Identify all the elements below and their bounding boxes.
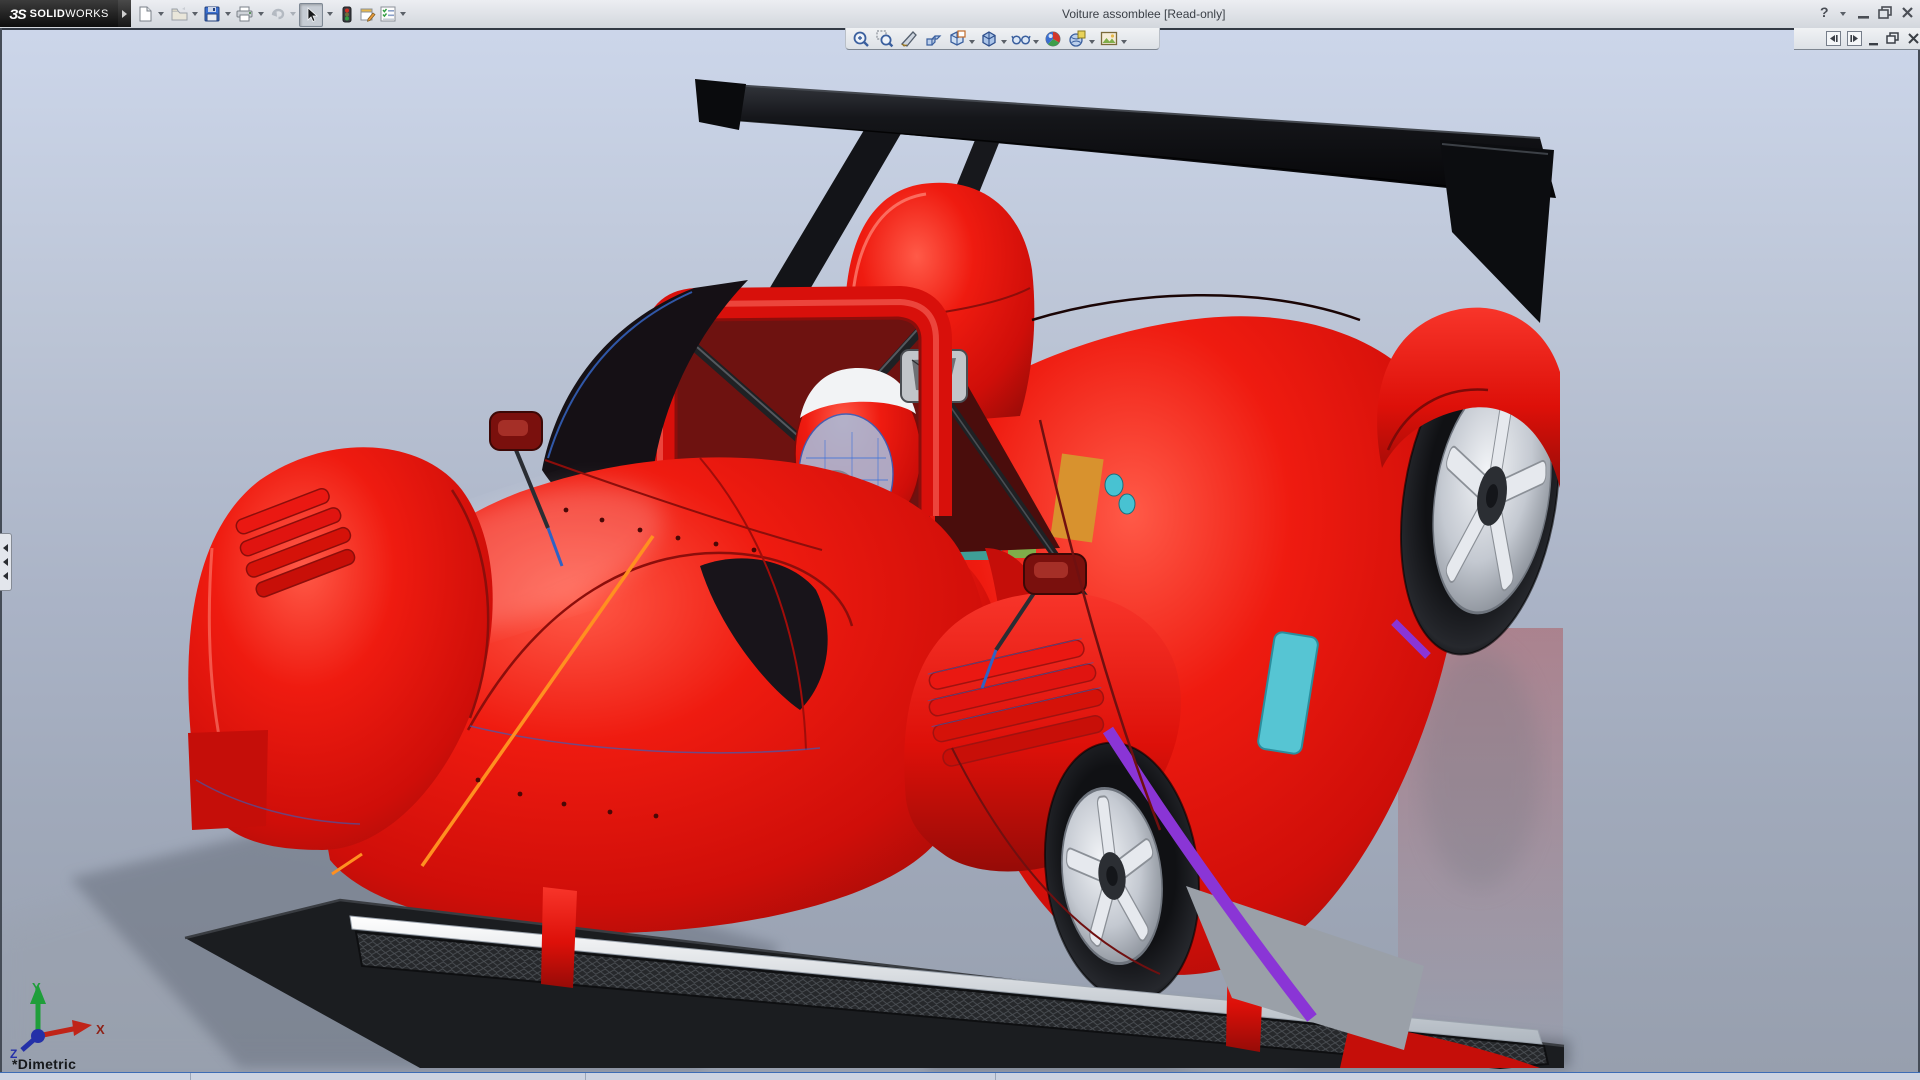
3d-viewport[interactable]: Y X Z	[0, 28, 1920, 1074]
appearance-sphere-icon	[1045, 31, 1061, 46]
apply-scene-icon	[1069, 30, 1086, 47]
view-orientation-button[interactable]	[946, 29, 968, 48]
rotate-view-icon	[926, 34, 942, 46]
rotate-view-button[interactable]	[922, 29, 944, 48]
view-settings-button[interactable]	[1098, 29, 1120, 48]
apply-scene-dropdown[interactable]	[1089, 39, 1095, 44]
zoom-to-fit-button[interactable]	[850, 29, 872, 48]
zoom-to-fit-icon	[853, 31, 869, 47]
front-dive-plane	[188, 730, 268, 830]
display-style-button[interactable]	[978, 29, 1000, 48]
collapse-left-icon	[1830, 35, 1838, 42]
glasses-icon	[1011, 34, 1031, 45]
grille-support-left	[541, 887, 577, 988]
window-bottom-edge	[0, 1072, 1920, 1080]
display-style-icon	[982, 30, 996, 47]
edit-appearance-button[interactable]	[1042, 29, 1064, 48]
section-view-icon	[900, 30, 917, 47]
doc-restore-button[interactable]	[1886, 32, 1901, 45]
doc-close-button[interactable]	[1907, 32, 1920, 45]
view-orientation-label: *Dimetric	[12, 1056, 77, 1072]
collapse-right-icon	[1850, 35, 1858, 42]
zoom-to-area-icon	[876, 29, 894, 47]
cyan-detail-1	[1104, 473, 1124, 497]
apply-scene-button[interactable]	[1066, 29, 1088, 48]
zoom-to-area-button[interactable]	[874, 29, 896, 48]
view-settings-icon	[1100, 31, 1118, 45]
view-settings-dropdown[interactable]	[1121, 39, 1127, 44]
section-view-button[interactable]	[898, 29, 920, 48]
heads-up-view-toolbar	[845, 28, 1160, 50]
doc-minimize-button[interactable]	[1868, 35, 1880, 47]
rear-wing[interactable]	[695, 79, 1556, 323]
view-orientation-icon	[950, 29, 966, 46]
document-window-controls	[1794, 28, 1920, 50]
hide-show-dropdown[interactable]	[1033, 39, 1039, 44]
cyan-detail-2	[1118, 493, 1136, 515]
display-style-dropdown[interactable]	[1001, 39, 1007, 44]
collapse-left-button[interactable]	[1826, 31, 1841, 46]
model-canvas: Y X Z	[0, 79, 1570, 1074]
svg-text:X: X	[96, 1022, 105, 1037]
solidworks-window: ЗS SOLIDWORKS Voiture assomblee [Read-on…	[0, 0, 1920, 1080]
feature-manager-collapsed-tab[interactable]	[0, 533, 12, 591]
view-orientation-dropdown[interactable]	[969, 39, 975, 44]
svg-text:Y: Y	[32, 980, 41, 995]
hide-show-items-button[interactable]	[1010, 29, 1032, 48]
collapse-right-button[interactable]	[1847, 31, 1862, 46]
